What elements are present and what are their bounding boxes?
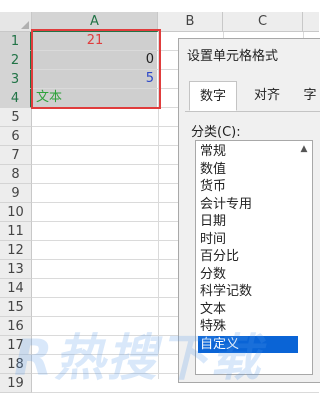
tab-alignment[interactable]: 对齐: [245, 81, 289, 111]
tab-strip: 数字 对齐 字: [185, 81, 320, 112]
category-item[interactable]: 日期: [198, 213, 298, 230]
grid-line: [158, 32, 159, 379]
row-header-1[interactable]: 1: [0, 32, 32, 51]
cell-a4[interactable]: 文本: [33, 89, 157, 107]
select-all-corner[interactable]: [0, 12, 32, 32]
row-header-16[interactable]: 16: [0, 317, 32, 336]
cell-a1[interactable]: 21: [33, 32, 157, 50]
category-item[interactable]: 会计专用: [198, 196, 298, 213]
row-header-4[interactable]: 4: [0, 89, 32, 108]
row-header-18[interactable]: 18: [0, 355, 32, 374]
category-item[interactable]: 文本: [198, 301, 298, 318]
row-header-10[interactable]: 10: [0, 203, 32, 222]
row-header-19[interactable]: 19: [0, 374, 32, 393]
category-item[interactable]: 常规: [198, 143, 298, 160]
column-header-b[interactable]: B: [158, 12, 223, 32]
tab-number[interactable]: 数字: [189, 81, 237, 111]
row-header-7[interactable]: 7: [0, 146, 32, 165]
dialog-title: 设置单元格格式: [187, 49, 279, 64]
category-item[interactable]: 百分比: [198, 248, 298, 265]
row-header-12[interactable]: 12: [0, 241, 32, 260]
row-header-17[interactable]: 17: [0, 336, 32, 355]
column-header-a[interactable]: A: [32, 12, 158, 32]
column-header-c[interactable]: C: [223, 12, 303, 32]
row-header-9[interactable]: 9: [0, 184, 32, 203]
category-list[interactable]: ▲ 常规 数值 货币 会计专用 日期 时间 百分比 分数 科学记数 文本 特殊 自定义: [195, 140, 313, 375]
tab-font[interactable]: 字: [295, 81, 320, 111]
row-header-3[interactable]: 3: [0, 70, 32, 89]
category-item[interactable]: 自定义: [198, 335, 298, 353]
row-header-14[interactable]: 14: [0, 279, 32, 298]
row-header-2[interactable]: 2: [0, 51, 32, 70]
format-cells-dialog: 设置单元格格式 数字 对齐 字 分类(C): ▲ 常规 数值 货币 会计专用 日期 时间百…: [178, 38, 320, 383]
row-header-6[interactable]: 6: [0, 127, 32, 146]
row-header-15[interactable]: 15: [0, 298, 32, 317]
category-item[interactable]: 科学记数: [198, 283, 298, 300]
category-item[interactable]: 货币: [198, 178, 298, 195]
row-header-13[interactable]: 13: [0, 260, 32, 279]
row-header-11[interactable]: 11: [0, 222, 32, 241]
category-item[interactable]: 时间: [198, 231, 298, 248]
category-label: 分类(C):: [191, 125, 241, 140]
category-item[interactable]: 特殊: [198, 318, 298, 335]
cell-a3[interactable]: 5: [33, 70, 157, 88]
row-header-5[interactable]: 5: [0, 108, 32, 127]
cell-a2[interactable]: 0: [33, 51, 157, 69]
scroll-up-icon[interactable]: ▲: [297, 142, 311, 156]
column-header-d[interactable]: [303, 12, 319, 32]
row-header-8[interactable]: 8: [0, 165, 32, 184]
category-item[interactable]: 数值: [198, 161, 298, 178]
category-item[interactable]: 分数: [198, 266, 298, 283]
